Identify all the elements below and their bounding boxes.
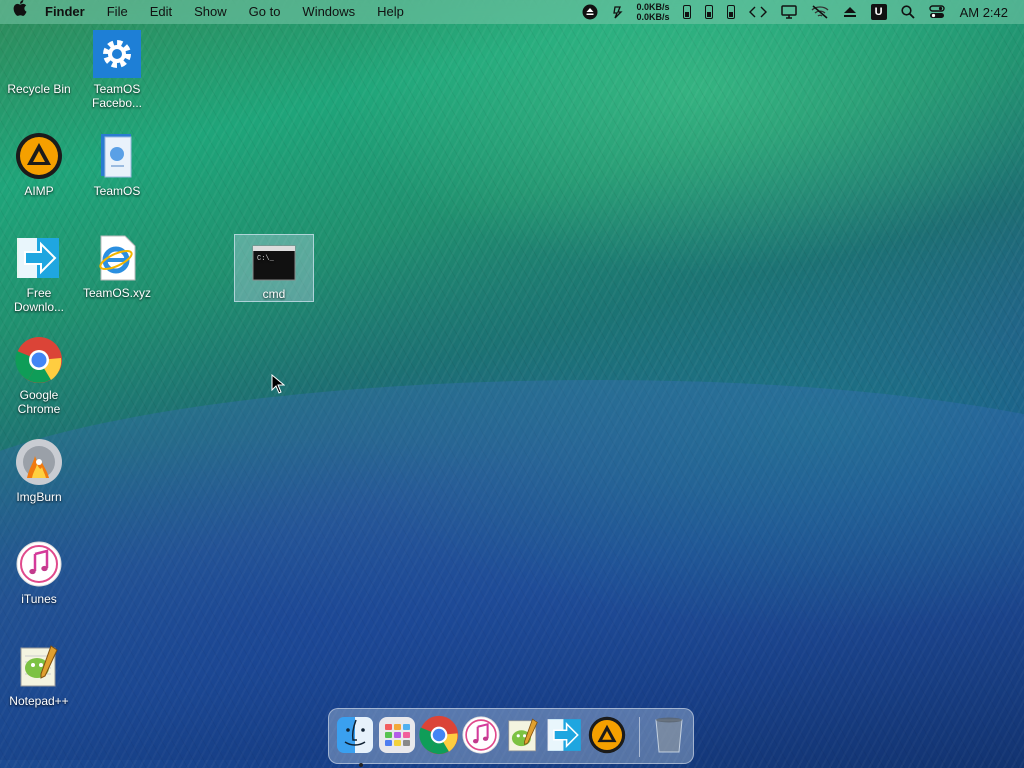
u-app-letter: U: [870, 4, 887, 20]
menu-file[interactable]: File: [96, 0, 139, 24]
desktop-icon-label: TeamOS.xyz: [82, 286, 151, 300]
dock-finder[interactable]: [335, 715, 375, 767]
desktop-icon-cmd[interactable]: C:\_ cmd: [234, 234, 314, 302]
battery-c-icon[interactable]: [676, 0, 698, 24]
dock-trash[interactable]: [649, 715, 689, 755]
launchpad-icon: [379, 717, 415, 753]
document-icon: [93, 132, 141, 180]
chrome-icon: [15, 336, 63, 384]
desktop-icon-label: Google Chrome: [17, 388, 61, 416]
battery-g-icon[interactable]: [720, 0, 742, 24]
eject-icon[interactable]: [836, 0, 864, 24]
desktop-icon-aimp[interactable]: AIMP: [0, 132, 78, 198]
desktop-icon-teamos[interactable]: TeamOS: [78, 132, 156, 198]
menu-help[interactable]: Help: [366, 0, 415, 24]
menu-show[interactable]: Show: [183, 0, 238, 24]
net-up-speed: 0.0KB/s: [636, 2, 670, 12]
display-icon[interactable]: [774, 0, 804, 24]
dock-aimp[interactable]: [587, 715, 627, 755]
desktop-icon-free-download-manager[interactable]: Free Downlo...: [0, 234, 78, 314]
chrome-icon: [419, 715, 459, 755]
desktop-icon-label: Recycle Bin: [7, 82, 71, 96]
search-icon[interactable]: [894, 0, 922, 24]
notepad-plus-plus-icon: [508, 718, 538, 752]
desktop-icon-label: TeamOS Facebo...: [91, 82, 143, 110]
menu-app-name[interactable]: Finder: [34, 0, 96, 24]
itunes-icon: [15, 540, 63, 588]
dock-notepad-plus-plus[interactable]: [503, 715, 543, 755]
desktop-icon-imgburn[interactable]: ImgBurn: [0, 438, 78, 504]
notepad-plus-plus-icon: [15, 642, 63, 690]
desktop-icon-label: Notepad++: [9, 694, 69, 708]
control-center-icon[interactable]: [922, 0, 952, 24]
desktop-icon-recycle-bin[interactable]: Recycle Bin: [0, 30, 78, 96]
desktop-icon-itunes[interactable]: iTunes: [0, 540, 78, 606]
desktop-icon-notepad-plus-plus[interactable]: Notepad++: [0, 642, 78, 708]
itunes-icon: [462, 716, 500, 754]
dock-separator: [639, 717, 640, 757]
trash-icon: [655, 717, 683, 753]
free-download-manager-icon: [547, 719, 581, 751]
dock-itunes[interactable]: [461, 715, 501, 755]
dock-launchpad[interactable]: [377, 715, 417, 755]
free-download-manager-icon: [15, 234, 63, 282]
apple-menu-icon[interactable]: [6, 0, 34, 24]
finder-icon: [337, 717, 373, 753]
desktop-icon-teamos-facebook[interactable]: TeamOS Facebo...: [78, 30, 156, 110]
menu-windows[interactable]: Windows: [291, 0, 366, 24]
desktop-icon-label: iTunes: [21, 592, 57, 606]
menu-edit[interactable]: Edit: [139, 0, 183, 24]
code-icon[interactable]: [742, 0, 774, 24]
sync-icon[interactable]: [605, 0, 631, 24]
aimp-icon: [15, 132, 63, 180]
imgburn-icon: [15, 438, 63, 486]
battery-m-icon[interactable]: [698, 0, 720, 24]
u-app-icon[interactable]: U: [864, 0, 894, 24]
recycle-bin-icon: [15, 30, 63, 78]
internet-explorer-icon: [93, 234, 141, 282]
network-speed: 0.0KB/s 0.0KB/s: [631, 2, 676, 22]
aimp-icon: [588, 716, 626, 754]
command-prompt-icon: C:\_: [250, 239, 298, 287]
desktop-icon-label: TeamOS: [93, 184, 141, 198]
desktop-icon-label: cmd: [262, 287, 286, 301]
clock[interactable]: AM 2:42: [952, 5, 1018, 20]
desktop-icon-label: Free Downlo...: [13, 286, 65, 314]
dock: [328, 708, 694, 767]
menu-go-to[interactable]: Go to: [238, 0, 292, 24]
settings-gear-icon: [93, 30, 141, 78]
wifi-off-icon[interactable]: [804, 0, 836, 24]
desktop-icon-teamos-xyz[interactable]: TeamOS.xyz: [78, 234, 156, 300]
dock-chrome[interactable]: [419, 715, 459, 755]
desktop-icon-label: ImgBurn: [16, 490, 62, 504]
desktop-icon-google-chrome[interactable]: Google Chrome: [0, 336, 78, 416]
menu-bar: Finder File Edit Show Go to Windows Help…: [0, 0, 1024, 24]
desktop-icon-label: AIMP: [24, 184, 54, 198]
mouse-cursor-icon: [271, 373, 286, 399]
running-indicator: [359, 763, 363, 767]
eject-circle-icon[interactable]: [575, 0, 605, 24]
cmd-prompt-text: C:\_: [257, 255, 275, 263]
dock-free-download-manager[interactable]: [545, 715, 585, 755]
net-down-speed: 0.0KB/s: [636, 12, 670, 22]
